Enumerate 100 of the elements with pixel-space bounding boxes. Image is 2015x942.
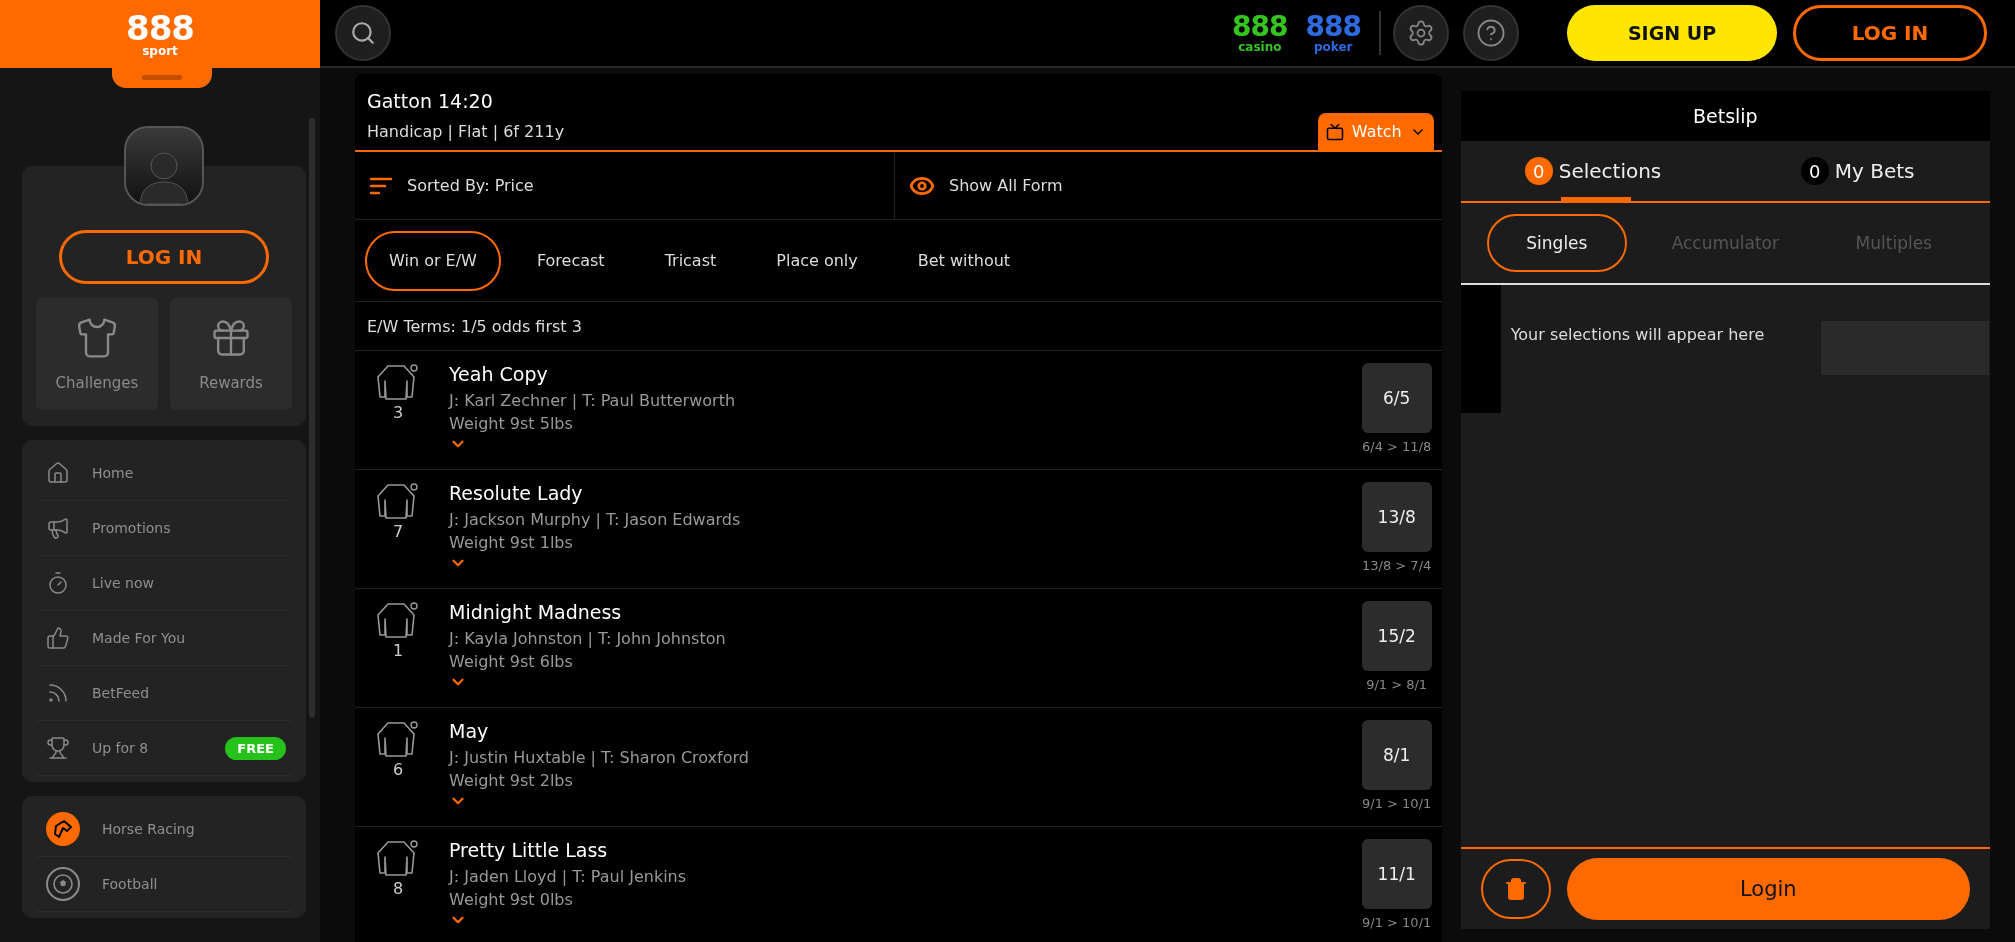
menu-item[interactable]: Made For You bbox=[36, 611, 292, 666]
odds-button[interactable]: 13/8 bbox=[1361, 482, 1432, 552]
betslip-tab[interactable]: 0 My Bets bbox=[1725, 141, 1990, 201]
race-details: Handicap | Flat | 6f 211y bbox=[367, 122, 565, 141]
football-icon bbox=[52, 873, 74, 895]
runner-name: Yeah Copy bbox=[449, 363, 549, 385]
tab-label: Selections bbox=[1558, 159, 1662, 183]
menu-label: Promotions bbox=[92, 520, 171, 536]
trash-icon bbox=[1503, 877, 1528, 901]
betslip-title: Betslip bbox=[1460, 91, 1990, 141]
sister-site-link[interactable]: 888 casino bbox=[1232, 13, 1288, 53]
betslip-tab[interactable]: 0 Selections bbox=[1460, 141, 1726, 201]
runner-number: 6 bbox=[392, 760, 404, 779]
sign-up-button[interactable]: SIGN UP bbox=[1567, 5, 1777, 61]
jockey-trainer: J: Jaden Lloyd | T: Paul Jenkins bbox=[449, 866, 688, 888]
menu-label: BetFeed bbox=[92, 685, 150, 701]
runner-weight: Weight 9st 2lbs bbox=[449, 770, 574, 792]
market-tab[interactable]: Win or E/W bbox=[365, 230, 501, 291]
empty-message: Your selections will appear here bbox=[1509, 324, 1766, 346]
shirt-icon bbox=[75, 316, 119, 360]
runner-number: 7 bbox=[392, 522, 404, 541]
jockey-trainer: J: Justin Huxtable | T: Sharon Croxford bbox=[449, 747, 750, 769]
price-history: 9/1 > 10/1 bbox=[1362, 796, 1432, 811]
runner-name: Midnight Madness bbox=[449, 601, 623, 623]
runner-weight: Weight 9st 1lbs bbox=[449, 532, 574, 554]
logo-subtitle: sport bbox=[142, 45, 178, 57]
menu-item[interactable]: Home bbox=[36, 446, 292, 501]
runner-number: 3 bbox=[392, 403, 404, 422]
jockey-trainer: J: Jackson Murphy | T: Jason Edwards bbox=[449, 509, 742, 531]
runner-name: May bbox=[449, 720, 490, 742]
menu-item[interactable]: Up for 8 FREE bbox=[36, 721, 292, 776]
help-button[interactable] bbox=[1463, 5, 1519, 61]
runner-weight: Weight 9st 5lbs bbox=[449, 413, 574, 435]
each-way-terms: E/W Terms: 1/5 odds first 3 bbox=[355, 302, 1442, 351]
search-button[interactable] bbox=[335, 5, 391, 61]
runner-name: Pretty Little Lass bbox=[449, 839, 609, 861]
odds-button[interactable]: 6/5 bbox=[1361, 363, 1432, 433]
profile-tile[interactable]: Rewards bbox=[170, 298, 292, 410]
sport-item[interactable]: Horse Racing bbox=[36, 802, 292, 857]
price-history: 9/1 > 8/1 bbox=[1366, 677, 1428, 692]
runner-name: Resolute Lady bbox=[449, 482, 584, 504]
jockey-silk-icon bbox=[376, 601, 420, 639]
menu-label: Made For You bbox=[92, 630, 186, 646]
jockey-silk-icon bbox=[376, 482, 420, 520]
market-tab[interactable]: Forecast bbox=[512, 230, 629, 291]
trophy-icon bbox=[46, 736, 70, 760]
menu-label: Live now bbox=[92, 575, 154, 591]
home-icon bbox=[46, 461, 70, 485]
bet-type-tab[interactable]: Singles bbox=[1486, 214, 1627, 272]
show-form-button[interactable]: Show All Form bbox=[895, 152, 1442, 219]
odds-button[interactable]: 8/1 bbox=[1361, 720, 1432, 790]
runner-number: 8 bbox=[392, 879, 404, 898]
sort-button[interactable]: Sorted By: Price bbox=[355, 152, 895, 219]
jockey-trainer: J: Kayla Johnston | T: John Johnston bbox=[449, 628, 727, 650]
jockey-trainer: J: Karl Zechner | T: Paul Butterworth bbox=[449, 390, 737, 412]
odds-button[interactable]: 15/2 bbox=[1361, 601, 1432, 671]
thumbs-up-icon bbox=[46, 626, 70, 650]
sport-label: Football bbox=[102, 876, 158, 892]
tab-label: My Bets bbox=[1834, 159, 1915, 183]
search-icon bbox=[350, 20, 376, 46]
settings-icon bbox=[1407, 19, 1435, 47]
market-tab[interactable]: Bet without bbox=[893, 230, 1035, 291]
login-button[interactable]: Login bbox=[1566, 858, 1970, 920]
price-history: 6/4 > 11/8 bbox=[1362, 439, 1432, 454]
megaphone-icon bbox=[46, 516, 70, 540]
stopwatch-icon bbox=[46, 571, 70, 595]
menu-item[interactable]: Promotions bbox=[36, 501, 292, 556]
odds-button[interactable]: 11/1 bbox=[1361, 839, 1432, 909]
free-badge: FREE bbox=[225, 736, 286, 760]
menu-label: Home bbox=[92, 465, 134, 481]
site-logo: 888 bbox=[1232, 13, 1288, 41]
menu-item[interactable]: Live now bbox=[36, 556, 292, 611]
settings-button[interactable] bbox=[1393, 5, 1449, 61]
login-button[interactable]: LOG IN bbox=[59, 230, 269, 284]
menu-label: Up for 8 bbox=[92, 740, 149, 756]
clear-button[interactable] bbox=[1480, 859, 1551, 919]
profile-tile[interactable]: Challenges bbox=[36, 298, 158, 410]
menu-item[interactable]: BetFeed bbox=[36, 666, 292, 721]
tile-label: Rewards bbox=[199, 374, 263, 392]
feed-icon bbox=[46, 681, 70, 705]
sort-icon bbox=[369, 176, 393, 195]
login-button[interactable]: LOG IN bbox=[1793, 5, 1987, 61]
price-history: 13/8 > 7/4 bbox=[1362, 558, 1432, 573]
sister-site-link[interactable]: 888 poker bbox=[1305, 13, 1361, 53]
tile-label: Challenges bbox=[55, 374, 139, 392]
market-tab[interactable]: Tricast bbox=[640, 230, 741, 291]
sidebar-toggle[interactable] bbox=[112, 66, 212, 88]
site-logo: 888 bbox=[1305, 13, 1361, 41]
jockey-silk-icon bbox=[376, 720, 420, 758]
sport-item[interactable]: Football bbox=[36, 857, 292, 912]
count-badge: 0 bbox=[1800, 157, 1829, 185]
sport-label: Horse Racing bbox=[102, 821, 195, 837]
market-tab[interactable]: Place only bbox=[752, 230, 882, 291]
count-badge: 0 bbox=[1524, 157, 1553, 185]
jockey-silk-icon bbox=[376, 839, 420, 877]
runner-weight: Weight 9st 6lbs bbox=[449, 651, 574, 673]
site-label: poker bbox=[1314, 41, 1353, 53]
site-label: casino bbox=[1238, 41, 1282, 53]
jockey-silk-icon bbox=[376, 363, 420, 401]
help-icon bbox=[1476, 18, 1506, 48]
